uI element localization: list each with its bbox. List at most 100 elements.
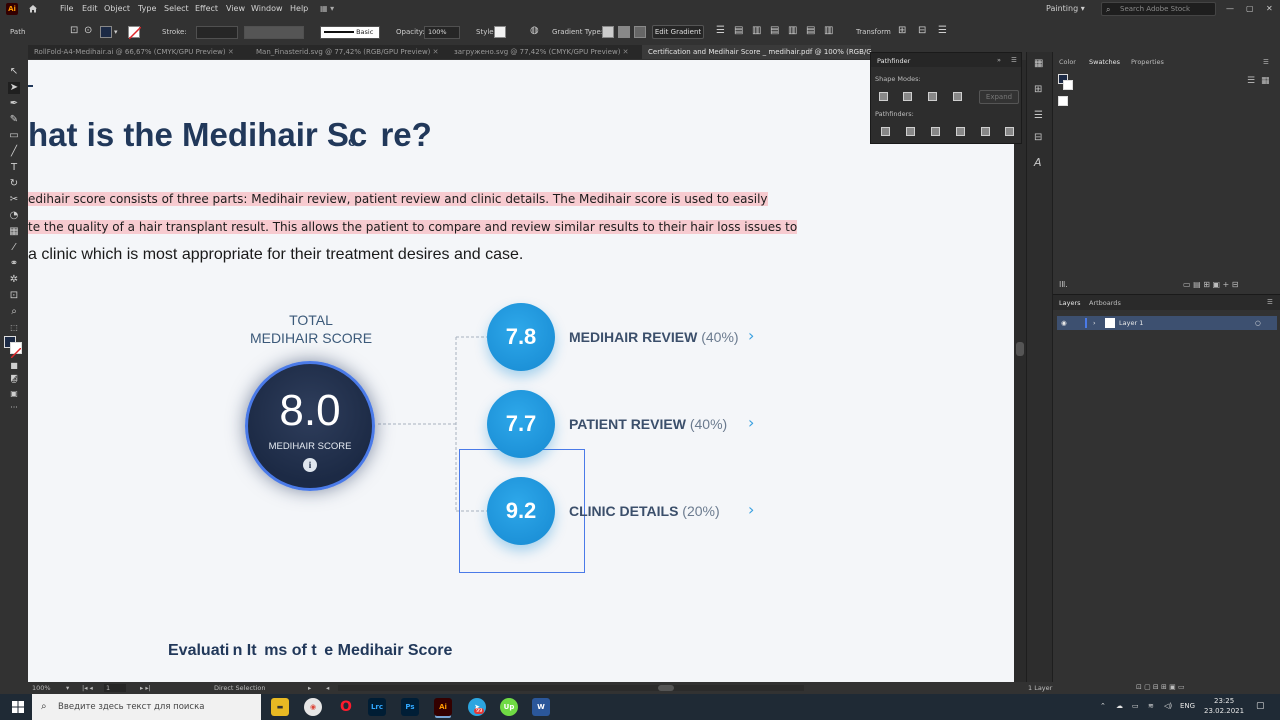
gradient-tool-icon[interactable]: ▦ (8, 226, 20, 238)
align-left-icon[interactable]: ▤ (734, 25, 743, 36)
stroke-swatch[interactable] (128, 26, 142, 40)
language-indicator[interactable]: ENG (1180, 702, 1195, 710)
tab-layers[interactable]: Layers (1059, 299, 1081, 307)
expand-layer-icon[interactable]: › (1093, 319, 1096, 327)
wifi-icon[interactable]: ≋ (1148, 702, 1154, 710)
radial-gradient-button[interactable] (618, 26, 630, 38)
layer-target-icon[interactable]: ○ (1255, 319, 1261, 327)
edit-gradient-button[interactable]: Edit Gradient (652, 25, 704, 39)
menu-window[interactable]: Window (251, 4, 283, 13)
menu-file[interactable]: File (60, 4, 73, 13)
status-arrow-icon[interactable]: ▸ (308, 684, 311, 692)
edit-toolbar-icon[interactable]: ··· (8, 402, 20, 414)
brush-definition[interactable]: Basic (320, 26, 380, 39)
horizontal-scrollbar[interactable] (338, 685, 804, 691)
tray-overflow-icon[interactable]: ⌃ (1100, 702, 1106, 710)
workspace-switcher[interactable]: Painting ▾ (1046, 4, 1085, 13)
panel-collapse-icon[interactable]: » (997, 56, 1001, 64)
zoom-level[interactable]: 100% (32, 684, 51, 692)
tab-man-finasterid[interactable]: Man_Finasterid.svg @ 77,42% (RGB/GPU Pre… (250, 45, 448, 59)
word-icon[interactable]: W (532, 698, 550, 716)
tab-properties[interactable]: Properties (1131, 56, 1164, 68)
divide-icon[interactable] (881, 127, 890, 136)
curvature-tool-icon[interactable]: ✎ (8, 114, 20, 126)
visibility-eye-icon[interactable]: ◉ (1061, 319, 1067, 327)
stroke-weight-field[interactable] (196, 26, 238, 39)
scissors-tool-icon[interactable]: ✂ (8, 194, 20, 206)
panel-icon-1[interactable]: ▦ (1034, 58, 1043, 69)
clinic-details-score[interactable]: 9.2 (487, 477, 555, 545)
artboard-tool-icon[interactable]: ⊡ (8, 290, 20, 302)
chevron-right-icon[interactable]: › (748, 415, 758, 431)
windows-start-icon[interactable] (12, 701, 24, 713)
panel-menu-icon[interactable]: ☰ (1267, 298, 1273, 306)
intersect-icon[interactable] (928, 92, 937, 101)
outline-icon[interactable] (981, 127, 990, 136)
photoshop-icon[interactable]: Ps (401, 698, 419, 716)
fill-swatch[interactable] (100, 26, 112, 38)
fill-dropdown-icon[interactable]: ▾ (114, 28, 118, 36)
isolate-icon[interactable]: ⊞ (898, 25, 906, 36)
scroll-left-icon[interactable]: ◂ (326, 684, 329, 692)
file-explorer-icon[interactable]: ▬ (271, 698, 289, 716)
layer-row[interactable]: ◉ › Layer 1 ○ (1057, 316, 1277, 330)
panel-menu-icon[interactable]: ☰ (1011, 56, 1017, 64)
total-score-badge[interactable]: 8.0 MEDIHAIR SCORE i (245, 361, 375, 491)
opacity-field[interactable]: 100% (424, 26, 460, 39)
align-icon[interactable]: ☰ (716, 25, 725, 36)
pen-tool-icon[interactable]: ✒ (8, 98, 20, 110)
merge-icon[interactable] (931, 127, 940, 136)
rotate-tool-icon[interactable]: ↻ (8, 178, 20, 190)
artboard-nav-prev-icon[interactable]: |◂ ◂ (82, 684, 93, 692)
patient-review-score[interactable]: 7.7 (487, 390, 555, 458)
zoom-dropdown-icon[interactable]: ▾ (66, 684, 69, 692)
tab-color[interactable]: Color (1059, 56, 1076, 68)
align-right-icon[interactable]: ▤ (770, 25, 779, 36)
shape-builder-tool-icon[interactable]: ◔ (8, 210, 20, 222)
align-center-icon[interactable]: ▥ (752, 25, 761, 36)
maximize-button[interactable]: ▢ (1246, 4, 1254, 13)
crop-icon[interactable] (956, 127, 965, 136)
artboard-nav-next-icon[interactable]: ▸ ▸| (140, 684, 151, 692)
globe-icon[interactable]: ◍ (530, 25, 539, 36)
menu-help[interactable]: Help (290, 4, 308, 13)
home-icon[interactable] (28, 4, 38, 13)
linear-gradient-button[interactable] (602, 26, 614, 38)
panel-menu-icon[interactable]: ☰ (1263, 58, 1269, 66)
chevron-right-icon[interactable]: › (748, 502, 758, 518)
notification-icon[interactable]: ▢ (1256, 701, 1265, 711)
hand-tool-icon[interactable]: ⬚ (8, 322, 20, 334)
exclude-icon[interactable] (953, 92, 962, 101)
blend-tool-icon[interactable]: ⚭ (8, 258, 20, 270)
vertical-scrollbar[interactable] (1014, 60, 1026, 682)
swatch-stroke-icon[interactable] (1063, 80, 1073, 90)
chrome-icon[interactable]: ◉ (304, 698, 322, 716)
upwork-icon[interactable]: Up (500, 698, 518, 716)
arrange-documents-icon[interactable]: ▦ ▾ (320, 4, 334, 13)
medihair-review-score[interactable]: 7.8 (487, 303, 555, 371)
stroke-color-icon[interactable] (10, 342, 22, 359)
recolor-icon[interactable]: ⊙ (84, 25, 92, 36)
menu-view[interactable]: View (226, 4, 245, 13)
menu-edit[interactable]: Edit (82, 4, 98, 13)
align-middle-icon[interactable]: ▤ (806, 25, 815, 36)
artboard-number[interactable]: 1 (104, 684, 127, 692)
clock-date[interactable]: 23.02.2021 (1204, 707, 1244, 715)
trim-icon[interactable] (906, 127, 915, 136)
tab-zagruzheno[interactable]: загружено.svg @ 77,42% (CMYK/GPU Preview… (448, 45, 642, 59)
tab-rollfold[interactable]: RollFold-A4-Medihair.ai @ 66,67% (CMYK/G… (28, 45, 250, 59)
transform-link[interactable]: Transform (856, 28, 891, 36)
panel-icon-2[interactable]: ⊞ (1034, 84, 1042, 95)
list-view-icon[interactable]: ☰ (1247, 76, 1255, 86)
stock-search-input[interactable]: ⌕ Search Adobe Stock (1101, 2, 1216, 16)
swatch-actions-icons[interactable]: ▭ ▤ ⊞ ▣ + ⊟ (1183, 280, 1239, 289)
align-top-icon[interactable]: ▥ (788, 25, 797, 36)
direct-selection-tool-icon[interactable]: ➤ (8, 82, 20, 94)
grid-view-icon[interactable]: ▦ (1261, 76, 1270, 86)
illustrator-taskbar-icon[interactable]: Ai (434, 698, 452, 716)
color-mode-icon[interactable]: ■ ◩ (8, 360, 20, 382)
arrange-icon[interactable]: ⊟ (918, 25, 926, 36)
expand-button[interactable]: Expand (979, 90, 1019, 104)
graphic-style-swatch[interactable] (494, 26, 506, 38)
selection-tool-icon[interactable]: ↖ (8, 66, 20, 78)
